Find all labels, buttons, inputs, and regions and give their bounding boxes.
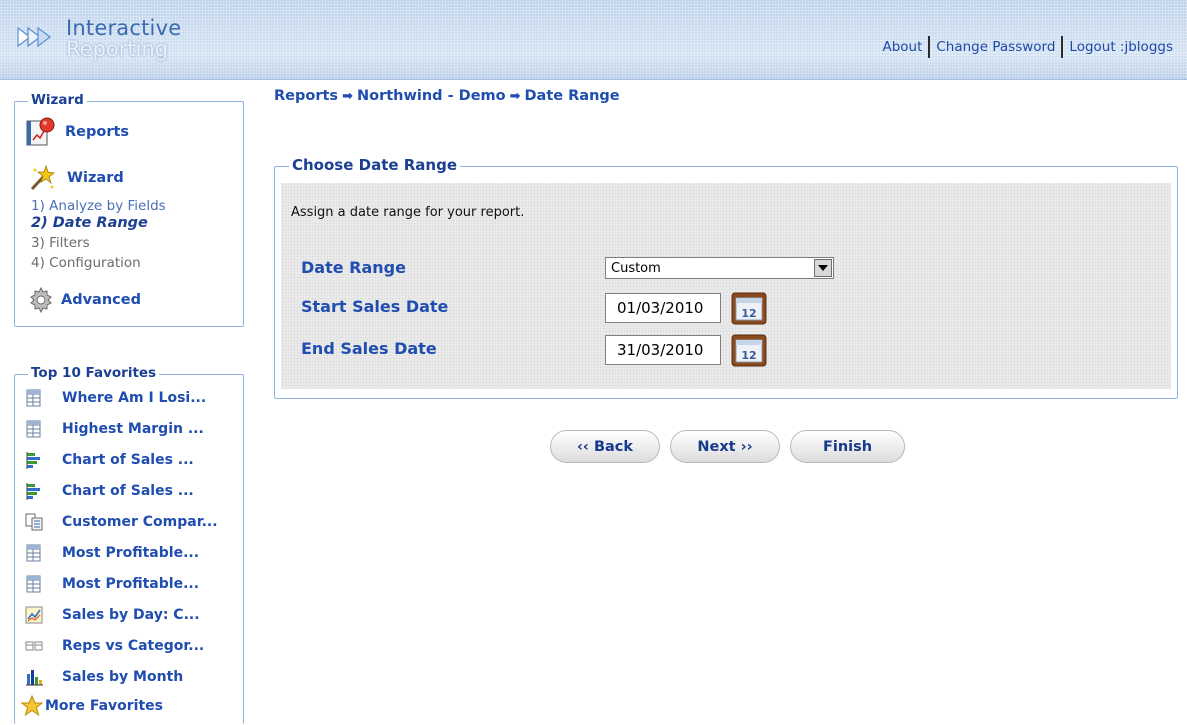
reports-icon	[25, 116, 57, 148]
favorite-item[interactable]: Chart of Sales ...	[25, 482, 194, 500]
calendar-icon: 12	[731, 292, 767, 325]
favorite-label: Chart of Sales ...	[62, 452, 194, 468]
date-range-panel: Choose Date Range Assign a date range fo…	[274, 156, 1178, 399]
sidebar-item-advanced[interactable]: Advanced	[27, 286, 141, 314]
date-range-panel-legend: Choose Date Range	[289, 156, 461, 174]
favorite-label: Most Profitable...	[62, 576, 200, 592]
sidebar-item-wizard[interactable]: Wizard	[27, 164, 124, 192]
more-favorites-link[interactable]: More Favorites	[20, 694, 163, 717]
date-range-label: Date Range	[301, 258, 406, 277]
app-header: Interactive Reporting About Change Passw…	[0, 0, 1187, 80]
calendar-icon: 12	[731, 334, 767, 367]
wizard-panel: Wizard Reports Wizard 1) Analyze by Fiel…	[14, 92, 244, 327]
crosstab-icon	[25, 637, 43, 655]
favorite-label: Customer Compar...	[62, 514, 218, 530]
favorite-label: Highest Margin ...	[62, 421, 204, 437]
logout-link[interactable]: Logout :jbloggs	[1063, 39, 1179, 55]
next-button[interactable]: Next ››	[670, 430, 780, 463]
breadcrumb-arrow-icon: ➡	[342, 88, 353, 104]
favorite-item[interactable]: Chart of Sales ...	[25, 451, 194, 469]
favorites-panel-legend: Top 10 Favorites	[28, 365, 160, 381]
wizard-label: Wizard	[67, 170, 124, 186]
table-icon	[25, 575, 43, 593]
wizard-step-filters: 3) Filters	[31, 235, 90, 251]
breadcrumb: Reports ➡ Northwind - Demo ➡ Date Range	[274, 88, 620, 104]
end-calendar-button[interactable]: 12	[731, 333, 767, 367]
favorite-item[interactable]: Most Profitable...	[25, 544, 199, 562]
favorite-item[interactable]: Sales by Month	[25, 668, 183, 686]
wizard-step-date-range: 2) Date Range	[31, 215, 148, 231]
start-calendar-button[interactable]: 12	[731, 291, 767, 325]
bar-chart-icon	[25, 451, 43, 469]
breadcrumb-item-northwind[interactable]: Northwind - Demo	[357, 88, 506, 104]
reports-label: Reports	[65, 124, 130, 140]
date-range-select[interactable]: Custom	[605, 257, 834, 279]
sidebar-item-reports[interactable]: Reports	[25, 116, 129, 148]
favorite-item[interactable]: Most Profitable...	[25, 575, 199, 593]
gear-icon	[27, 286, 55, 314]
start-date-input[interactable]: 01/03/2010	[605, 293, 721, 323]
favorite-label: Sales by Month	[62, 669, 184, 685]
favorite-item[interactable]: Where Am I Losi...	[25, 389, 206, 407]
breadcrumb-item-current: Date Range	[524, 88, 620, 104]
favorites-panel: Top 10 Favorites Where Am I Losi... High…	[14, 365, 244, 724]
wizard-step-analyze[interactable]: 1) Analyze by Fields	[31, 198, 166, 214]
more-favorites-label: More Favorites	[45, 698, 163, 714]
line-chart-icon	[25, 606, 43, 624]
logo-line2: Reporting	[66, 37, 169, 61]
favorite-item[interactable]: Highest Margin ...	[25, 420, 204, 438]
favorite-item[interactable]: Reps vs Categor...	[25, 637, 204, 655]
magic-wand-icon	[27, 164, 55, 192]
compare-icon	[25, 513, 43, 531]
date-range-select-value: Custom	[611, 260, 661, 276]
star-icon	[20, 694, 44, 717]
favorite-label: Where Am I Losi...	[62, 390, 207, 406]
breadcrumb-arrow-icon: ➡	[509, 88, 521, 104]
table-icon	[25, 420, 43, 438]
top-nav: About Change Password Logout :jbloggs	[876, 36, 1179, 58]
start-date-label: Start Sales Date	[301, 297, 449, 316]
app-logo: Interactive Reporting	[16, 14, 196, 62]
favorite-item[interactable]: Sales by Day: C...	[25, 606, 200, 624]
date-range-form: Assign a date range for your report. Dat…	[281, 183, 1171, 389]
back-button[interactable]: ‹‹ Back	[550, 430, 660, 463]
about-link[interactable]: About	[876, 39, 928, 55]
favorite-label: Sales by Day: C...	[62, 607, 200, 623]
end-date-label: End Sales Date	[301, 339, 437, 358]
favorite-label: Most Profitable...	[62, 545, 200, 561]
favorite-item[interactable]: Customer Compar...	[25, 513, 218, 531]
advanced-label: Advanced	[61, 292, 141, 308]
chevron-down-icon[interactable]	[814, 259, 832, 277]
finish-button[interactable]: Finish	[790, 430, 905, 463]
table-icon	[25, 544, 43, 562]
breadcrumb-item-reports[interactable]: Reports	[274, 88, 338, 104]
change-password-link[interactable]: Change Password	[930, 39, 1061, 55]
favorite-label: Reps vs Categor...	[62, 638, 205, 654]
column-chart-icon	[25, 668, 43, 686]
end-date-input[interactable]: 31/03/2010	[605, 335, 721, 365]
svg-text:12: 12	[741, 307, 756, 320]
logo-arrows-icon	[17, 26, 51, 48]
favorite-label: Chart of Sales ...	[62, 483, 194, 499]
bar-chart-icon	[25, 482, 43, 500]
wizard-step-configuration: 4) Configuration	[31, 255, 141, 271]
wizard-panel-legend: Wizard	[28, 92, 87, 108]
svg-text:12: 12	[741, 349, 756, 362]
instruction-text: Assign a date range for your report.	[291, 205, 525, 220]
table-icon	[25, 389, 43, 407]
